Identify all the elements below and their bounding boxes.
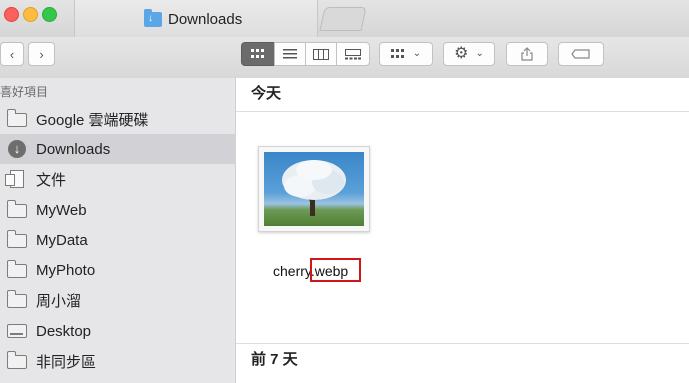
sidebar-item-zhouxiaoliu[interactable]: 周小溜 [0, 285, 236, 315]
group-icon [390, 49, 404, 58]
file-thumbnail[interactable] [258, 146, 370, 232]
sidebar-item-label: 非同步區 [36, 353, 97, 371]
download-circle-icon: ↓ [6, 140, 28, 158]
close-window-button[interactable] [4, 7, 19, 22]
share-icon [521, 47, 533, 61]
file-browser-pane: 今天 cherry.webp 前 7 天 [236, 78, 689, 383]
section-header-today: 今天 [236, 78, 689, 112]
folder-icon [6, 351, 28, 370]
sidebar-item-documents[interactable]: 文件 [0, 164, 236, 194]
sidebar-item-label: MyData [36, 231, 88, 249]
sidebar-item-async-zone[interactable]: 非同步區 [0, 346, 236, 376]
icon-view-button[interactable] [241, 42, 275, 66]
zoom-window-button[interactable] [42, 7, 57, 22]
chevron-left-icon: ‹ [9, 46, 15, 62]
window-title-label: Downloads [168, 10, 243, 28]
extension-highlight-box [310, 258, 361, 282]
icon-view-icon [251, 49, 264, 58]
sidebar-item-label: 文件 [36, 171, 67, 189]
gallery-view-icon [345, 48, 361, 59]
list-view-icon [283, 49, 297, 59]
window-title: Downloads [144, 8, 243, 29]
sidebar-section-label: 喜好項目 [0, 85, 49, 99]
column-view-button[interactable] [305, 42, 337, 66]
desktop-icon [6, 322, 28, 340]
sidebar-item-label: Downloads [36, 140, 111, 158]
sidebar-item-label: MyPhoto [36, 261, 96, 279]
gear-icon: ⚙ [454, 45, 469, 62]
folder-icon [6, 290, 28, 309]
group-by-button[interactable]: ⌄ [379, 42, 433, 66]
new-tab-button[interactable] [319, 7, 367, 31]
tag-icon [571, 49, 590, 59]
sidebar-item-label: MyWeb [36, 201, 87, 219]
sidebar-item-desktop[interactable]: Desktop [0, 316, 236, 346]
share-button[interactable] [506, 42, 548, 66]
action-menu-button[interactable]: ⚙ ⌄ [443, 42, 495, 66]
sidebar-item-downloads[interactable]: ↓ Downloads [0, 134, 236, 164]
minimize-window-button[interactable] [23, 7, 38, 22]
downloads-folder-icon [144, 8, 162, 27]
sidebar: 喜好項目 Google 雲端硬碟 ↓ Downloads 文件 MyWeb My… [0, 78, 236, 383]
cherry-tree-image [264, 152, 364, 226]
chevron-down-icon: ⌄ [475, 48, 484, 59]
folder-icon [6, 109, 28, 128]
folder-icon [6, 200, 28, 219]
file-name-stem: cherry [273, 263, 311, 279]
sidebar-item-label: Google 雲端硬碟 [36, 111, 149, 129]
sidebar-item-myphoto[interactable]: MyPhoto [0, 255, 236, 285]
folder-icon [6, 260, 28, 279]
chevron-down-icon: ⌄ [412, 48, 422, 59]
sidebar-item-label: Desktop [36, 322, 92, 340]
back-button[interactable]: ‹ [0, 42, 24, 66]
column-view-icon [313, 48, 329, 60]
sidebar-item-myweb[interactable]: MyWeb [0, 195, 236, 225]
chevron-right-icon: › [39, 46, 44, 62]
folder-icon [6, 230, 28, 249]
tag-button[interactable] [558, 42, 604, 66]
gallery-view-button[interactable] [336, 42, 370, 66]
sidebar-item-mydata[interactable]: MyData [0, 225, 236, 255]
title-bar: Downloads [0, 0, 689, 38]
toolbar: ‹ › ⌄ ⚙ ⌄ [0, 37, 689, 79]
sidebar-item-google-drive[interactable]: Google 雲端硬碟 [0, 104, 236, 134]
list-view-button[interactable] [274, 42, 306, 66]
forward-button[interactable]: › [28, 42, 55, 66]
documents-icon [5, 170, 28, 188]
sidebar-item-label: 周小溜 [36, 292, 82, 310]
section-header-previous-7-days: 前 7 天 [236, 343, 689, 379]
